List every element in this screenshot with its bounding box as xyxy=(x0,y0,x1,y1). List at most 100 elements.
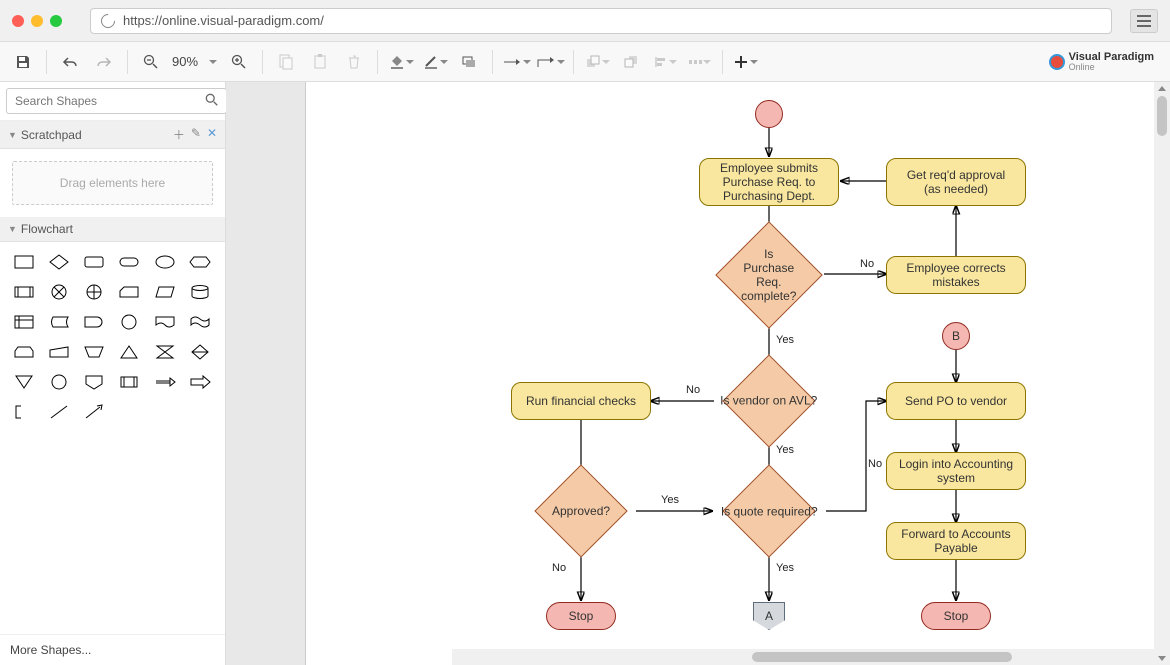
delete-button[interactable] xyxy=(339,47,369,77)
node-a-offpage[interactable]: A xyxy=(753,602,785,630)
label-no-4: No xyxy=(868,458,882,470)
node-complete-q[interactable]: Is Purchase Req. complete? xyxy=(715,221,822,328)
shape-ellipse[interactable] xyxy=(153,252,177,272)
shape-line[interactable] xyxy=(47,402,71,422)
brand-subtitle: Online xyxy=(1069,63,1154,72)
shape-transfer[interactable] xyxy=(153,372,177,392)
shape-hexagon[interactable] xyxy=(188,252,212,272)
shape-internal-storage[interactable] xyxy=(12,312,36,332)
node-fin-checks[interactable]: Run financial checks xyxy=(511,382,651,420)
minimize-window-icon[interactable] xyxy=(31,15,43,27)
node-quote-q[interactable]: Is quote required? xyxy=(722,464,815,557)
url-bar[interactable]: https://online.visual-paradigm.com/ xyxy=(90,8,1112,34)
shape-merge[interactable] xyxy=(12,372,36,392)
shape-document[interactable] xyxy=(153,312,177,332)
shadow-button[interactable] xyxy=(454,47,484,77)
label-yes-2: Yes xyxy=(776,444,794,456)
node-login-accounting[interactable]: Login into Accounting system xyxy=(886,452,1026,490)
reload-icon[interactable] xyxy=(98,11,118,31)
redo-button[interactable] xyxy=(89,47,119,77)
shape-loop-limit[interactable] xyxy=(12,342,36,362)
zoom-value: 90% xyxy=(170,54,200,69)
shape-diamond[interactable] xyxy=(47,252,71,272)
shape-parallelogram[interactable] xyxy=(153,282,177,302)
align-button[interactable] xyxy=(650,47,680,77)
shape-arrow[interactable] xyxy=(188,372,212,392)
flowchart-header[interactable]: ▼ Flowchart xyxy=(0,217,225,242)
node-avl-q[interactable]: Is vendor on AVL? xyxy=(722,354,815,447)
distribute-button[interactable] xyxy=(684,47,714,77)
node-corrects[interactable]: Employee corrects mistakes xyxy=(886,256,1026,294)
label-no-3: No xyxy=(552,562,566,574)
shape-connector-circle[interactable] xyxy=(117,312,141,332)
scroll-down-icon[interactable] xyxy=(1158,656,1166,661)
canvas-area[interactable]: Employee submits Purchase Req. to Purcha… xyxy=(226,82,1170,665)
scrollbar-thumb-v[interactable] xyxy=(1157,96,1167,136)
shape-manual-input[interactable] xyxy=(47,342,71,362)
shape-cylinder[interactable] xyxy=(188,282,212,302)
vertical-scrollbar[interactable] xyxy=(1154,82,1170,665)
search-shapes-input[interactable] xyxy=(6,88,227,114)
zoom-dropdown[interactable] xyxy=(204,47,220,77)
diagram-canvas[interactable]: Employee submits Purchase Req. to Purcha… xyxy=(306,82,1166,665)
shape-predefined[interactable] xyxy=(12,282,36,302)
undo-button[interactable] xyxy=(55,47,85,77)
shape-delay[interactable] xyxy=(82,312,106,332)
insert-button[interactable] xyxy=(731,47,761,77)
shape-or[interactable] xyxy=(47,282,71,302)
shape-display[interactable] xyxy=(117,372,141,392)
shape-stored-data[interactable] xyxy=(47,312,71,332)
node-b-connector[interactable]: B xyxy=(942,322,970,350)
maximize-window-icon[interactable] xyxy=(50,15,62,27)
shape-annotation[interactable] xyxy=(12,402,36,422)
zoom-in-button[interactable] xyxy=(224,47,254,77)
shape-extract[interactable] xyxy=(117,342,141,362)
paste-button[interactable] xyxy=(305,47,335,77)
shape-collate[interactable] xyxy=(153,342,177,362)
save-button[interactable] xyxy=(8,47,38,77)
to-front-button[interactable] xyxy=(582,47,612,77)
scratchpad-dropzone[interactable]: Drag elements here xyxy=(12,161,213,205)
scratchpad-edit-icon[interactable]: ✎ xyxy=(191,126,201,143)
copy-button[interactable] xyxy=(271,47,301,77)
browser-menu-button[interactable] xyxy=(1130,9,1158,33)
node-stop-2[interactable]: Stop xyxy=(921,602,991,630)
horizontal-scrollbar[interactable] xyxy=(452,649,1154,665)
connection-button[interactable] xyxy=(501,47,531,77)
shape-offpage[interactable] xyxy=(82,372,106,392)
flowchart-shapes xyxy=(0,242,225,432)
to-back-button[interactable] xyxy=(616,47,646,77)
label-yes-3: Yes xyxy=(661,494,679,506)
brand-logo-area[interactable]: Visual Paradigm Online xyxy=(1049,52,1162,72)
shape-terminator[interactable] xyxy=(117,252,141,272)
scroll-up-icon[interactable] xyxy=(1158,86,1166,91)
scratchpad-header[interactable]: ▼ Scratchpad ＋ ✎ ✕ xyxy=(0,121,225,149)
waypoint-button[interactable] xyxy=(535,47,565,77)
scratchpad-add-icon[interactable]: ＋ xyxy=(173,126,185,143)
shape-arrow-line[interactable] xyxy=(82,402,106,422)
node-approval[interactable]: Get req'd approval (as needed) xyxy=(886,158,1026,206)
shape-rounded-rect[interactable] xyxy=(82,252,106,272)
node-approved-q[interactable]: Approved? xyxy=(534,464,627,557)
shape-sum[interactable] xyxy=(82,282,106,302)
shape-circle2[interactable] xyxy=(47,372,71,392)
shape-manual-op[interactable] xyxy=(82,342,106,362)
shape-card[interactable] xyxy=(117,282,141,302)
node-send-po[interactable]: Send PO to vendor xyxy=(886,382,1026,420)
brand-name: Visual Paradigm xyxy=(1069,51,1154,63)
zoom-out-button[interactable] xyxy=(136,47,166,77)
more-shapes-link[interactable]: More Shapes... xyxy=(0,634,225,665)
start-node[interactable] xyxy=(755,100,783,128)
shape-rectangle[interactable] xyxy=(12,252,36,272)
line-color-button[interactable] xyxy=(420,47,450,77)
scrollbar-thumb-h[interactable] xyxy=(752,652,1012,662)
shape-sort[interactable] xyxy=(188,342,212,362)
node-forward-ap[interactable]: Forward to Accounts Payable xyxy=(886,522,1026,560)
close-window-icon[interactable] xyxy=(12,15,24,27)
search-icon[interactable] xyxy=(205,93,219,110)
shape-tape[interactable] xyxy=(188,312,212,332)
scratchpad-close-icon[interactable]: ✕ xyxy=(207,126,217,143)
node-stop-1[interactable]: Stop xyxy=(546,602,616,630)
fill-color-button[interactable] xyxy=(386,47,416,77)
node-submit[interactable]: Employee submits Purchase Req. to Purcha… xyxy=(699,158,839,206)
